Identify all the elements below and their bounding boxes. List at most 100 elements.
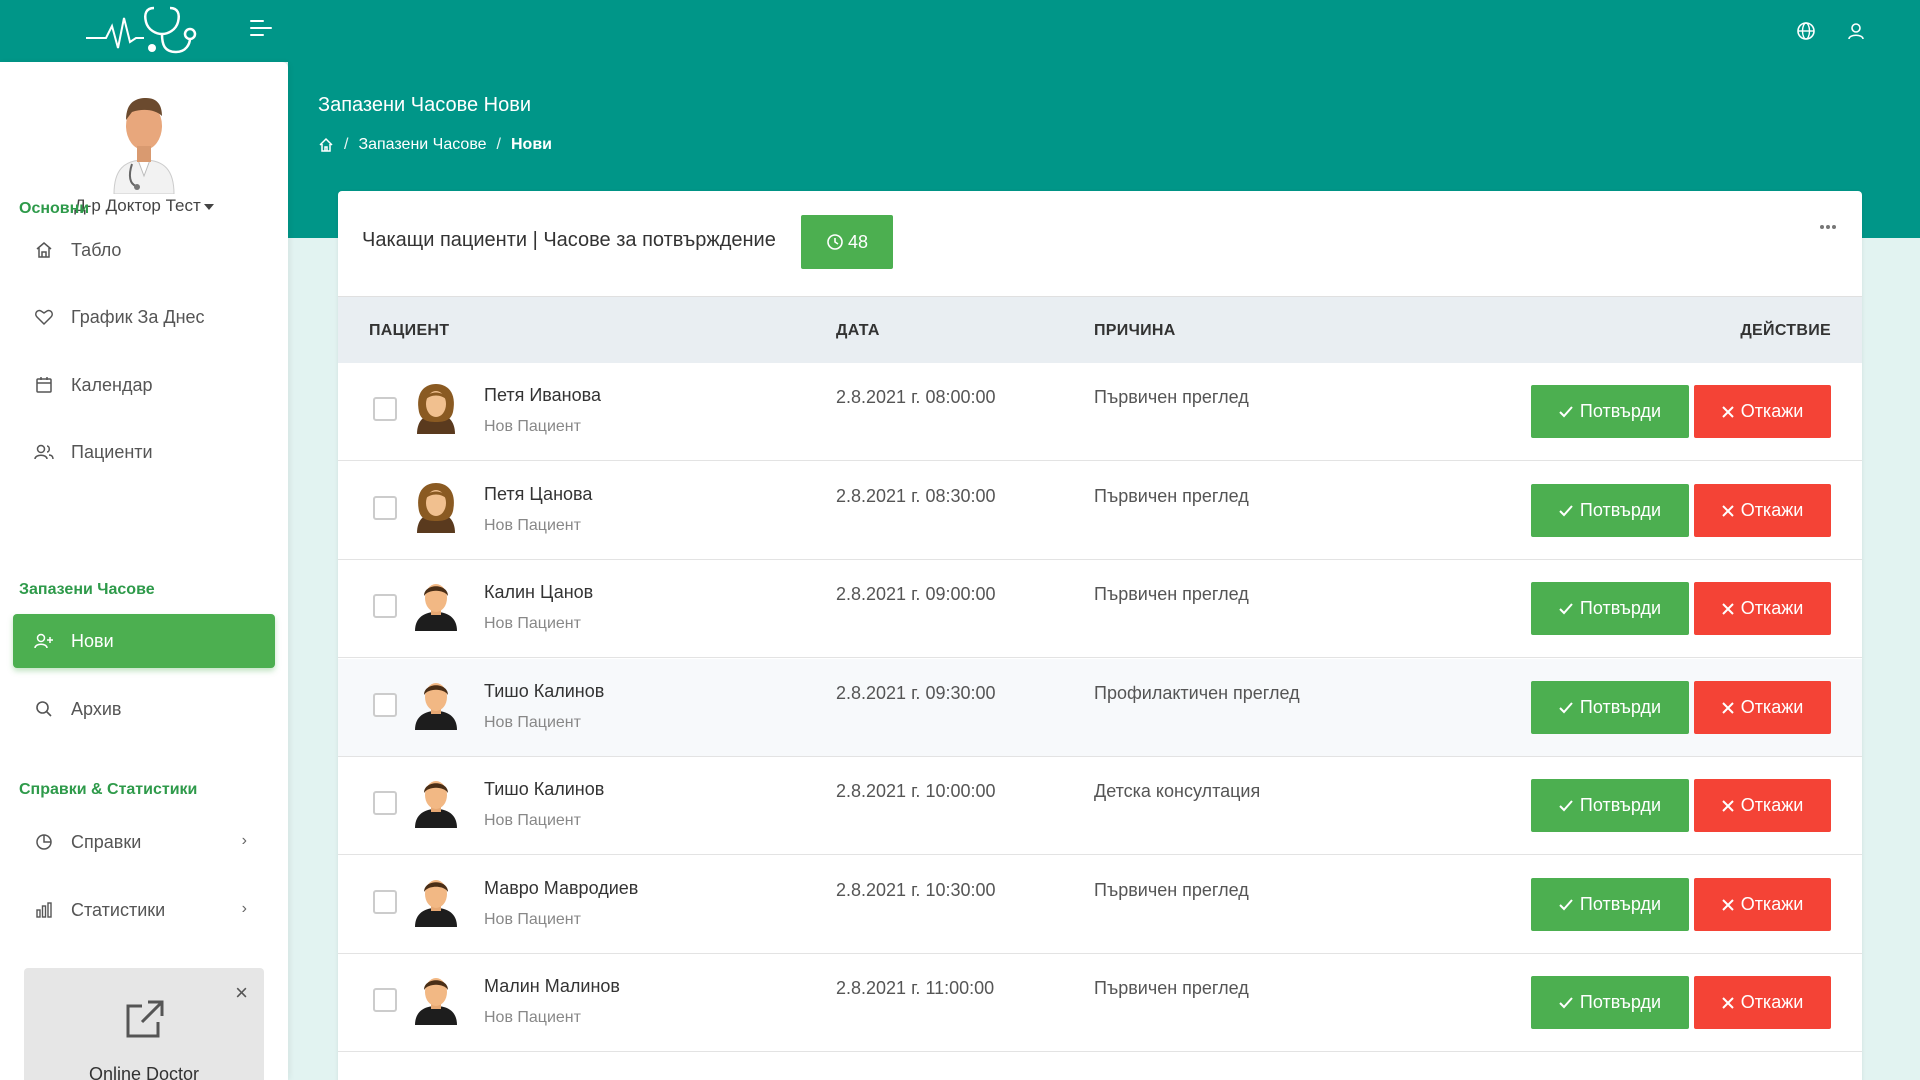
heart-icon: [33, 306, 55, 328]
reject-button[interactable]: Откажи: [1694, 779, 1831, 832]
appointment-reason: Първичен преглед: [1094, 387, 1249, 407]
more-options-icon[interactable]: [1820, 225, 1836, 229]
close-icon[interactable]: ×: [235, 982, 248, 1004]
table-row: Малин Малинов Нов Пациент 2.8.2021 г. 11:0…: [338, 954, 1862, 1052]
patient-status: Нов Пациент: [484, 615, 581, 632]
globe-icon[interactable]: [1795, 20, 1817, 42]
appointment-reason: Детска консултация: [1094, 781, 1261, 801]
confirm-button[interactable]: Потвърди: [1531, 484, 1689, 537]
row-checkbox[interactable]: [373, 496, 397, 520]
sidebar-item-statistics[interactable]: Статистики ›: [13, 883, 275, 937]
top-navbar: [0, 0, 1920, 62]
external-link-icon: [126, 1000, 164, 1038]
sidebar-item-calendar[interactable]: Календар: [13, 358, 275, 412]
doctor-avatar: [113, 98, 175, 194]
caret-down-icon: [203, 203, 214, 210]
patient-name[interactable]: Петя Иванова: [484, 385, 601, 406]
check-icon: [1559, 405, 1573, 417]
reject-label: Откажи: [1740, 894, 1804, 914]
reject-label: Откажи: [1740, 401, 1804, 421]
breadcrumb-item-appointments[interactable]: Запазени Часове: [358, 136, 486, 154]
close-icon: [1721, 996, 1734, 1009]
reject-button[interactable]: Откажи: [1694, 484, 1831, 537]
online-doctor-promo[interactable]: × Online Doctor: [24, 968, 264, 1080]
row-checkbox[interactable]: [373, 988, 397, 1012]
patient-name[interactable]: Калин Цанов: [484, 582, 593, 603]
pending-count-badge[interactable]: 48: [801, 215, 893, 269]
patient-name[interactable]: Петя Цанова: [484, 484, 592, 505]
reject-button[interactable]: Откажи: [1694, 878, 1831, 931]
appointment-date: 2.8.2021 г. 09:30:00: [836, 683, 996, 703]
patient-name[interactable]: Тишо Калинов: [484, 681, 604, 702]
chevron-right-icon: ›: [241, 900, 247, 917]
confirm-label: Потвърди: [1579, 795, 1662, 815]
patient-name[interactable]: Тишо Калинов: [484, 779, 604, 800]
close-icon: [1721, 898, 1734, 911]
sidebar-item-label: Архив: [71, 698, 122, 719]
row-checkbox[interactable]: [373, 890, 397, 914]
sidebar-item-new[interactable]: Нови: [13, 614, 275, 668]
table-row: Петя Цанова Нов Пациент 2.8.2021 г. 08:30:…: [338, 462, 1862, 560]
confirm-button[interactable]: Потвърди: [1531, 779, 1689, 832]
column-header-date: ДАТА: [836, 322, 880, 339]
reject-label: Откажи: [1740, 697, 1804, 717]
confirm-button[interactable]: Потвърди: [1531, 976, 1689, 1029]
reject-label: Откажи: [1740, 598, 1804, 618]
confirm-button[interactable]: Потвърди: [1531, 878, 1689, 931]
page-title: Запазени Часове Нови: [318, 94, 532, 116]
patient-name[interactable]: Мавро Мавродиев: [484, 878, 638, 899]
patient-avatar: [411, 875, 461, 927]
confirm-button[interactable]: Потвърди: [1531, 582, 1689, 635]
confirm-button[interactable]: Потвърди: [1531, 385, 1689, 438]
check-icon: [1559, 504, 1573, 516]
appointment-reason: Първичен преглед: [1094, 486, 1249, 506]
check-icon: [1559, 602, 1573, 614]
reject-button[interactable]: Откажи: [1694, 385, 1831, 438]
sidebar-item-schedule-today[interactable]: График За Днес: [13, 290, 275, 344]
confirm-button[interactable]: Потвърди: [1531, 681, 1689, 734]
patient-avatar: [411, 678, 461, 730]
sidebar-item-label: Статистики: [71, 899, 166, 920]
sidebar-item-reports[interactable]: Справки ›: [13, 815, 275, 869]
menu-toggle-button[interactable]: [250, 20, 274, 42]
patient-status: Нов Пациент: [484, 1009, 581, 1026]
section-label-reports: Справки & Статистики: [19, 781, 198, 798]
breadcrumb-item-current: Нови: [510, 136, 552, 153]
sidebar-item-patients[interactable]: Пациенти: [13, 425, 275, 479]
row-checkbox[interactable]: [373, 397, 397, 421]
clock-icon: [827, 234, 843, 250]
users-icon: [33, 441, 55, 463]
reject-button[interactable]: Откажи: [1694, 976, 1831, 1029]
table-header: ПАЦИЕНТ ДАТА ПРИЧИНА ДЕЙСТВИЕ: [338, 296, 1862, 363]
patient-name[interactable]: Малин Малинов: [484, 976, 620, 997]
column-header-reason: ПРИЧИНА: [1094, 322, 1176, 339]
table-row: Мавро Мавродиев Нов Пациент 2.8.2021 г. 10…: [338, 856, 1862, 954]
patient-avatar: [411, 776, 461, 828]
breadcrumb-separator: /: [496, 136, 501, 153]
appointment-reason: Първичен преглед: [1094, 880, 1249, 900]
breadcrumb: / Запазени Часове / Нови: [318, 136, 552, 154]
pending-patients-card: Чакащи пациенти | Часове за потвърждение…: [338, 191, 1862, 1080]
sidebar-item-archive[interactable]: Архив: [13, 682, 275, 736]
confirm-label: Потвърди: [1579, 992, 1662, 1012]
stethoscope-logo-icon[interactable]: [84, 4, 200, 58]
sidebar: Д-р Доктор Тест Основни Табло График За …: [0, 62, 288, 1080]
chevron-right-icon: ›: [241, 832, 247, 849]
row-checkbox[interactable]: [373, 693, 397, 717]
patient-status: Нов Пациент: [484, 714, 581, 731]
sidebar-item-label: График За Днес: [71, 306, 205, 327]
row-checkbox[interactable]: [373, 791, 397, 815]
reject-button[interactable]: Откажи: [1694, 681, 1831, 734]
table-row: Калин Цанов Нов Пациент 2.8.2021 г. 09:00:…: [338, 560, 1862, 658]
user-icon[interactable]: [1845, 20, 1867, 42]
row-checkbox[interactable]: [373, 594, 397, 618]
sidebar-item-dashboard[interactable]: Табло: [13, 223, 275, 277]
home-icon[interactable]: [318, 137, 334, 153]
reject-button[interactable]: Откажи: [1694, 582, 1831, 635]
patient-status: Нов Пациент: [484, 418, 581, 435]
confirm-label: Потвърди: [1579, 894, 1662, 914]
check-icon: [1559, 799, 1573, 811]
sidebar-item-label: Справки: [71, 831, 142, 852]
reject-label: Откажи: [1740, 795, 1804, 815]
table-row: Петя Иванова Нов Пациент 2.8.2021 г. 08:00…: [338, 363, 1862, 461]
